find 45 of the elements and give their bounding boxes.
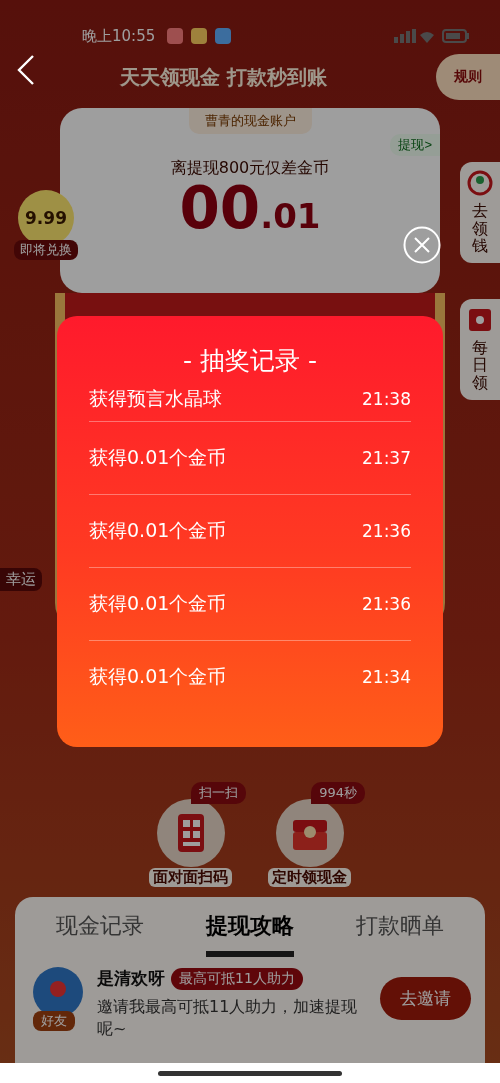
invite-button[interactable]: 去邀请 xyxy=(380,977,471,1020)
withdraw-link[interactable]: 提现> xyxy=(390,134,440,156)
record-time: 21:38 xyxy=(362,389,411,409)
record-text: 获得预言水晶球 xyxy=(89,386,222,411)
record-text: 获得0.01个金币 xyxy=(89,664,227,689)
boost-tag: 最高可抵11人助力 xyxy=(171,967,303,990)
record-time: 21:36 xyxy=(362,594,411,614)
back-icon[interactable] xyxy=(17,54,35,86)
action-label: 定时领现金 xyxy=(268,868,351,887)
tab[interactable]: 现金记录 xyxy=(56,911,144,957)
action-label: 面对面扫码 xyxy=(149,868,232,887)
tab[interactable]: 打款晒单 xyxy=(356,911,444,957)
pin-icon xyxy=(467,170,493,196)
record-text: 获得0.01个金币 xyxy=(89,445,227,470)
app-icon xyxy=(167,28,184,44)
rules-button[interactable]: 规则 xyxy=(436,54,500,100)
coin-amount: 00.01 xyxy=(179,179,321,237)
status-time: 晚上10:55 xyxy=(82,26,156,46)
action-badge: 扫一扫 xyxy=(191,782,246,804)
invite-description: 邀请我最高可抵11人助力，加速提现呢~ xyxy=(97,996,359,1041)
app-icon xyxy=(191,28,208,44)
user-name: 是清欢呀 xyxy=(97,967,165,990)
action-badge: 994秒 xyxy=(311,782,365,804)
chest-icon[interactable] xyxy=(274,798,345,868)
page-title: 天天领现金 打款秒到账 xyxy=(120,63,328,91)
account-label: 曹青的现金账户 xyxy=(188,108,312,134)
record-text: 获得0.01个金币 xyxy=(89,591,227,616)
record-time: 21:34 xyxy=(362,667,411,687)
close-icon[interactable] xyxy=(403,226,441,264)
home-indicator[interactable] xyxy=(158,1070,342,1076)
dialog-title: - 抽奖记录 - xyxy=(183,345,317,377)
battery-icon xyxy=(442,29,470,43)
lucky-label: 幸运 xyxy=(0,568,42,591)
side-tab[interactable]: 每日领 xyxy=(460,298,500,400)
record-time: 21:37 xyxy=(362,448,411,468)
qr-code-icon[interactable] xyxy=(155,798,226,868)
caption-text: 离提现800元仅差金币 xyxy=(170,158,330,179)
calendar-icon xyxy=(467,306,493,333)
side-tab[interactable]: 去领钱 xyxy=(460,162,500,263)
friend-badge: 好友 xyxy=(33,1011,75,1031)
record-text: 获得0.01个金币 xyxy=(89,518,227,543)
tab[interactable]: 提现攻略 xyxy=(206,911,294,957)
app-icon xyxy=(215,28,232,44)
signal-icon xyxy=(394,29,434,43)
record-time: 21:36 xyxy=(362,521,411,541)
